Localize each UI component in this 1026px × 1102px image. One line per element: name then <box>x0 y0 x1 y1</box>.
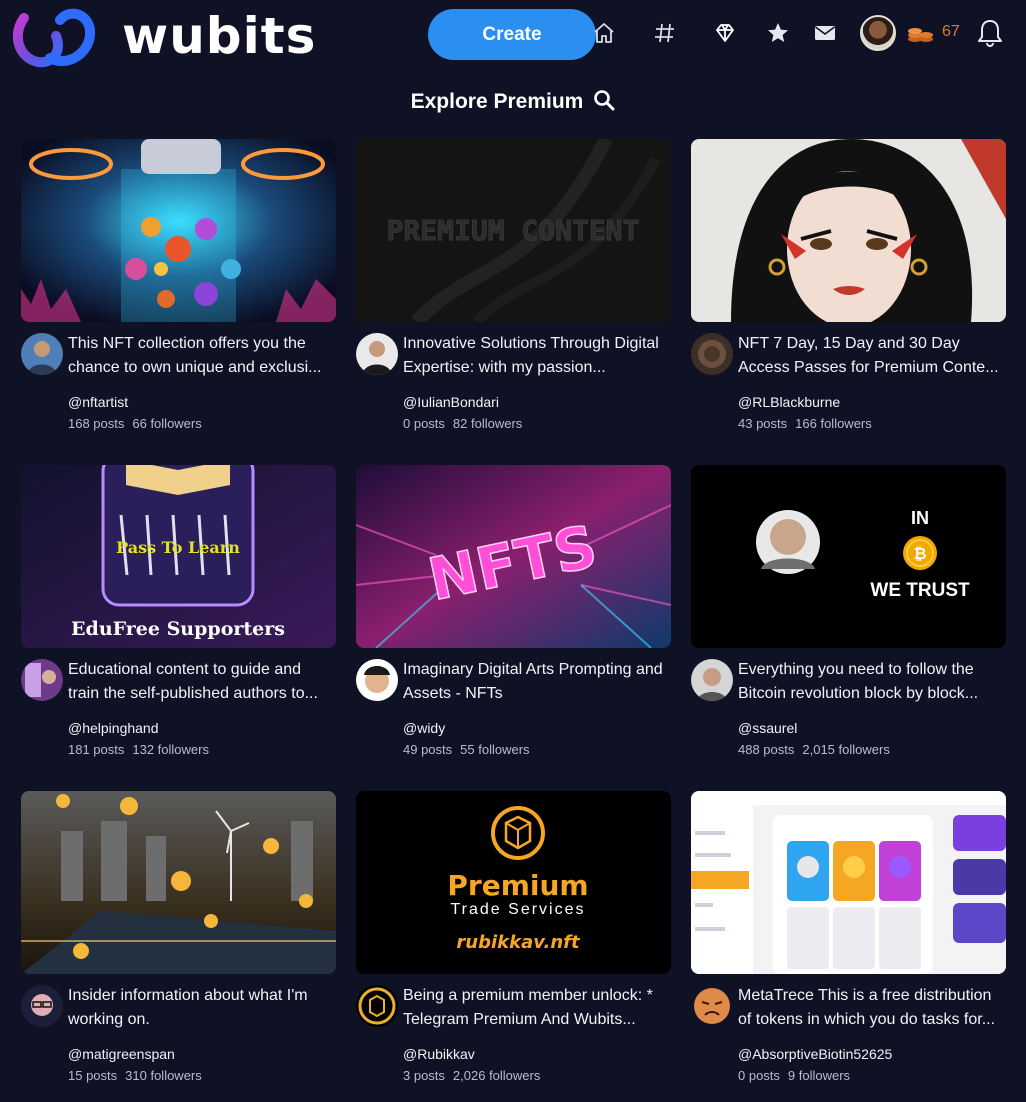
post-count: 15 posts <box>68 1068 118 1083</box>
author-avatar[interactable] <box>356 985 398 1027</box>
star-icon[interactable] <box>764 17 792 49</box>
author-avatar[interactable] <box>21 333 63 375</box>
card-title[interactable]: This NFT collection offers you the chanc… <box>68 332 336 380</box>
card-thumbnail[interactable]: IN ₿ WE TRUST <box>691 465 1006 648</box>
card-thumbnail[interactable] <box>691 791 1006 974</box>
card-thumbnail[interactable]: PREMIUM CONTENT <box>356 139 671 322</box>
follower-count: 2,015 followers <box>802 742 890 757</box>
follower-count: 9 followers <box>787 1068 851 1083</box>
thumbnail-text: PREMIUM CONTENT <box>387 214 640 247</box>
coins-icon <box>908 28 933 42</box>
post-count: 168 posts <box>68 416 125 431</box>
top-navbar: wubits Create 67 <box>0 0 1026 72</box>
thumbnail-subtext: Trade Services <box>451 901 586 918</box>
card-thumbnail[interactable]: NFTS <box>356 465 671 648</box>
author-handle[interactable]: @AbsorptiveBiotin52625 <box>738 1046 892 1062</box>
hashtag-icon[interactable] <box>651 17 679 49</box>
author-handle[interactable]: @ssaurel <box>738 720 797 736</box>
author-avatar[interactable] <box>691 985 733 1027</box>
premium-card[interactable]: NFTS Imaginary Digital Arts Prompting an… <box>356 465 671 765</box>
follower-count: 132 followers <box>132 742 209 757</box>
author-handle[interactable]: @helpinghand <box>68 720 159 736</box>
follower-count: 2,026 followers <box>452 1068 541 1083</box>
post-count: 43 posts <box>738 416 788 431</box>
premium-card[interactable]: NFT 7 Day, 15 Day and 30 Day Access Pass… <box>691 139 1006 439</box>
brand-name: wubits <box>122 7 317 65</box>
author-avatar[interactable] <box>356 659 398 701</box>
post-count: 3 posts <box>403 1068 445 1083</box>
author-stats: 0 posts 9 followers <box>738 1068 850 1083</box>
thumbnail-url: rubikkav.nft <box>456 932 581 953</box>
author-avatar[interactable] <box>691 333 733 375</box>
premium-card[interactable]: Insider information about what I'm worki… <box>21 791 336 1091</box>
author-handle[interactable]: @matigreenspan <box>68 1046 175 1062</box>
follower-count: 82 followers <box>452 416 523 431</box>
post-count: 488 posts <box>738 742 795 757</box>
follower-count: 166 followers <box>795 416 872 431</box>
author-avatar[interactable] <box>356 333 398 375</box>
author-stats: 488 posts 2,015 followers <box>738 742 890 757</box>
card-thumbnail[interactable]: Premium Trade Services rubikkav.nft <box>356 791 671 974</box>
coins-count: 67 <box>942 23 960 40</box>
thumbnail-text-bottom: WE TRUST <box>870 580 970 601</box>
author-avatar[interactable] <box>21 659 63 701</box>
premium-card[interactable]: Premium Trade Services rubikkav.nft Bein… <box>356 791 671 1091</box>
premium-card[interactable]: IN ₿ WE TRUST Everything you need to fol… <box>691 465 1006 765</box>
author-stats: 43 posts 166 followers <box>738 416 872 431</box>
post-count: 0 posts <box>738 1068 780 1083</box>
author-stats: 0 posts 82 followers <box>403 416 522 431</box>
card-title[interactable]: Everything you need to follow the Bitcoi… <box>738 658 1006 706</box>
post-count: 181 posts <box>68 742 125 757</box>
follower-count: 55 followers <box>460 742 530 757</box>
card-title[interactable]: Innovative Solutions Through Digital Exp… <box>403 332 671 380</box>
mail-icon[interactable] <box>811 17 839 49</box>
thumbnail-text: Pass To Learn <box>116 538 240 557</box>
card-title[interactable]: Imaginary Digital Arts Prompting and Ass… <box>403 658 671 706</box>
card-thumbnail[interactable]: Pass To Learn EduFree Supporters <box>21 465 336 648</box>
author-stats: 181 posts 132 followers <box>68 742 209 757</box>
post-count: 49 posts <box>403 742 453 757</box>
author-avatar[interactable] <box>21 985 63 1027</box>
card-thumbnail[interactable] <box>21 791 336 974</box>
bell-icon[interactable] <box>976 17 1004 49</box>
diamond-icon[interactable] <box>711 17 739 49</box>
author-stats: 49 posts 55 followers <box>403 742 530 757</box>
premium-card[interactable]: This NFT collection offers you the chanc… <box>21 139 336 439</box>
thumbnail-caption: EduFree Supporters <box>71 618 285 640</box>
author-handle[interactable]: @widy <box>403 720 445 736</box>
home-icon[interactable] <box>590 17 618 49</box>
card-title[interactable]: NFT 7 Day, 15 Day and 30 Day Access Pass… <box>738 332 1006 380</box>
author-stats: 3 posts 2,026 followers <box>403 1068 540 1083</box>
card-title[interactable]: MetaTrece This is a free distribution of… <box>738 984 1006 1032</box>
author-handle[interactable]: @Rubikkav <box>403 1046 475 1062</box>
author-stats: 168 posts 66 followers <box>68 416 202 431</box>
premium-card[interactable]: MetaTrece This is a free distribution of… <box>691 791 1006 1091</box>
card-title[interactable]: Educational content to guide and train t… <box>68 658 336 706</box>
post-count: 0 posts <box>403 416 445 431</box>
card-thumbnail[interactable] <box>21 139 336 322</box>
user-avatar[interactable] <box>860 15 896 51</box>
premium-card[interactable]: Pass To Learn EduFree Supporters Educati… <box>21 465 336 765</box>
author-avatar[interactable] <box>691 659 733 701</box>
wubits-logo[interactable] <box>10 6 98 68</box>
card-thumbnail[interactable] <box>691 139 1006 322</box>
follower-count: 66 followers <box>132 416 202 431</box>
card-title[interactable]: Being a premium member unlock: * Telegra… <box>403 984 671 1032</box>
author-stats: 15 posts 310 followers <box>68 1068 202 1083</box>
search-icon[interactable] <box>593 89 615 116</box>
create-button[interactable]: Create <box>428 9 596 60</box>
premium-card[interactable]: PREMIUM CONTENT Innovative Solutions Thr… <box>356 139 671 439</box>
explore-header: Explore Premium <box>0 86 1026 118</box>
thumbnail-text-top: IN <box>911 508 929 528</box>
page-title: Explore Premium <box>410 90 584 113</box>
author-handle[interactable]: @nftartist <box>68 394 128 410</box>
follower-count: 310 followers <box>125 1068 202 1083</box>
svg-text:₿: ₿ <box>913 544 926 563</box>
thumbnail-text: Premium <box>447 869 588 902</box>
card-title[interactable]: Insider information about what I'm worki… <box>68 984 336 1032</box>
author-handle[interactable]: @RLBlackburne <box>738 394 840 410</box>
author-handle[interactable]: @IulianBondari <box>403 394 499 410</box>
